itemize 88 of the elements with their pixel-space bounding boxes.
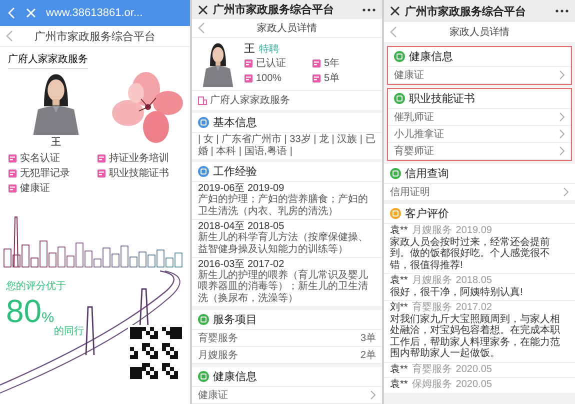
list-item[interactable]: 育婴师证 (388, 143, 571, 160)
window-title: 广州市家政服务综合平台 (405, 4, 527, 18)
review-text: 对我们家九斤大宝照顾周到，与家人相处融洽，对宝妈包容着想。在完成本职工作后，帮助家人料理家务，在能力范围内帮助家人一起做饭。 (390, 314, 561, 360)
experience-text: 产妇的护理；产妇的营养膳食；产妇的卫生清洗（内衣、乳房的清洗） (198, 194, 369, 217)
page-title: 家政人员详情 (448, 26, 510, 39)
list-item[interactable]: 小儿推拿证 (388, 126, 571, 143)
review-text: 家政人员会按时过来，经常还会提前到。做的饭都很好吃。个人感觉很不错，很值得推荐! (390, 236, 551, 271)
company-name: 广府人家家政服务 (210, 94, 290, 108)
back-icon[interactable] (390, 26, 398, 38)
person-name: 王 (51, 136, 61, 149)
url-text: www.38613861.or... (46, 7, 143, 19)
review-date: 2020.05 (456, 379, 492, 390)
review-text: 很好，很干净，阿姨特别认真! (390, 286, 524, 298)
qr-code-icon (128, 325, 184, 381)
building-icon (198, 96, 207, 105)
stat-text: 已认证 (256, 57, 286, 70)
review-date: 2019.09 (456, 225, 492, 236)
list-item[interactable]: 信用证明 (384, 184, 575, 201)
certificate-label: 无犯罪记录 (20, 167, 70, 180)
service-type: 育婴服务 (412, 364, 452, 375)
company-name: 广府人家家政服务 (8, 52, 88, 69)
section-title: 工作经验 (213, 165, 257, 180)
section-title: 职业技能证书 (409, 92, 475, 106)
stat-text: 5年 (324, 57, 340, 70)
certificate-label: 实名认证 (20, 152, 60, 165)
stat-text: 100% (256, 72, 282, 84)
chevron-icon (559, 70, 565, 80)
service-type: 月嫂服务 (412, 225, 452, 236)
review-date: 2018.05 (456, 275, 492, 286)
date-range: 2016-03至 2017-02 (198, 258, 284, 270)
window-title: 广州市家政服务综合平台 (213, 2, 335, 18)
score-value: 80 (6, 293, 42, 329)
section-title: 基本信息 (213, 116, 257, 130)
service-name: 育婴服务 (198, 332, 238, 345)
page-title: 广州市家政服务综合平台 (34, 30, 156, 44)
date-range: 2019-06至 2019-09 (198, 183, 284, 194)
reviewer-name: 袁** (390, 225, 408, 236)
list-item[interactable]: 健康证 (192, 387, 382, 404)
list-item[interactable]: 催乳师证 (388, 109, 571, 126)
service-name: 月嫂服务 (198, 349, 238, 362)
page-title: 家政人员详情 (256, 22, 318, 36)
reviewer-name: 袁** (390, 275, 408, 286)
more-icon[interactable] (555, 9, 569, 13)
score-label: 您的评分优于 (6, 280, 67, 293)
chevron-icon (370, 390, 376, 400)
certificate-label: 健康证 (20, 182, 50, 195)
service-type: 月嫂服务 (412, 275, 452, 286)
card-icon (312, 58, 321, 68)
section-title: 信用查询 (405, 167, 449, 181)
close-icon[interactable] (390, 6, 400, 16)
section-title: 客户评价 (405, 206, 449, 221)
order-count: 3单 (360, 332, 376, 345)
experience-text: 新生儿的科学育儿方法（按摩保健操、益智健身操及认知能力的训练等） (198, 232, 369, 255)
service-type: 保姆服务 (412, 379, 452, 390)
card-icon (8, 184, 17, 192)
chevron-icon (563, 187, 569, 197)
reviewer-name: 袁** (390, 364, 408, 375)
card-icon (8, 168, 17, 178)
section-title: 服务项目 (213, 313, 257, 327)
certificate-label: 持证业务培训 (109, 152, 169, 165)
certificate-label: 职业技能证书 (109, 166, 169, 180)
close-icon[interactable] (198, 4, 208, 15)
review-date: 2017.02 (456, 302, 492, 314)
date-range: 2018-04至 2018-05 (198, 220, 284, 232)
section-title: 健康信息 (213, 370, 257, 384)
reviewer-name: 袁** (390, 379, 408, 390)
card-icon (244, 74, 253, 83)
reviewer-name: 刘** (390, 302, 408, 314)
back-icon[interactable] (198, 22, 206, 34)
info-text: | 女 | 广东省广州市 | 33岁 | 龙 | 汉族 | 已婚 | 本科 | 国语,粤语 | (197, 133, 376, 159)
review-date: 2020.05 (456, 364, 492, 375)
more-icon[interactable] (362, 8, 376, 12)
list-item[interactable]: 健康证 (388, 67, 571, 84)
score-unit: % (42, 309, 54, 325)
stat-text: 5单 (324, 72, 340, 86)
title-tag: 特聘 (259, 42, 279, 56)
card-icon (97, 168, 106, 178)
service-type: 育婴服务 (412, 302, 452, 314)
card-icon (97, 154, 106, 162)
back-icon[interactable] (6, 30, 14, 42)
card-icon (8, 154, 17, 162)
section-title: 健康信息 (409, 50, 453, 64)
card-icon (312, 74, 321, 83)
card-icon (244, 58, 253, 68)
experience-text: 新生儿的护理的喂养（育儿常识及婴儿喂养器皿的消毒等）；新生儿的卫生清洗（换尿布，洗澡等） (198, 270, 369, 304)
person-name: 王 (244, 42, 255, 56)
order-count: 2单 (360, 348, 376, 362)
score-label: 的同行 (54, 325, 84, 338)
